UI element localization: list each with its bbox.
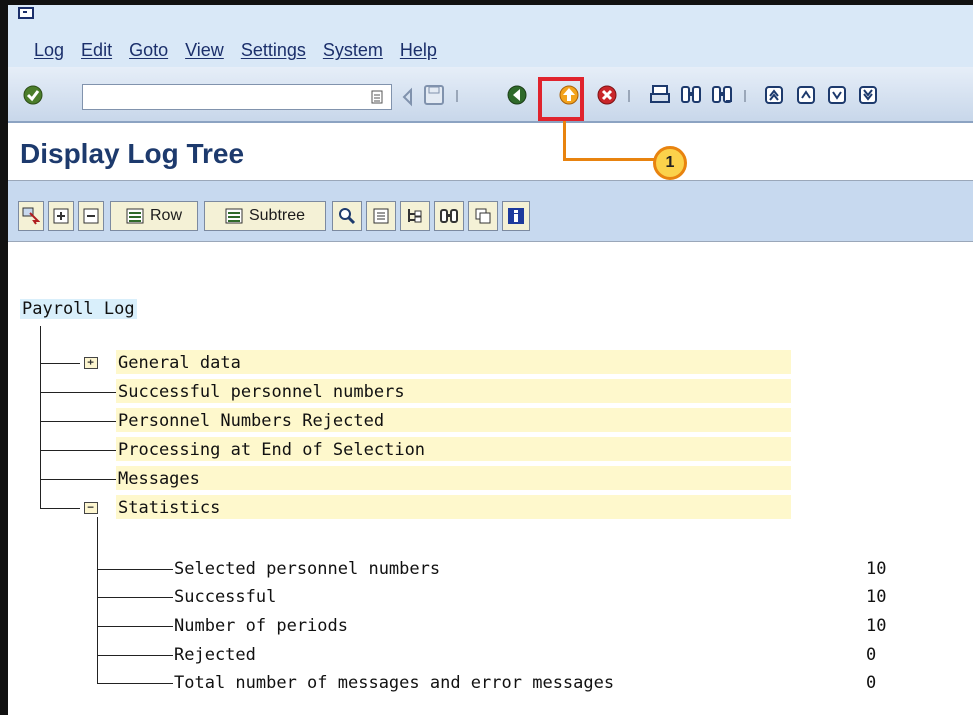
stat-value: 10 xyxy=(866,587,887,607)
tree-connector xyxy=(40,392,116,393)
next-page-icon[interactable] xyxy=(826,84,848,106)
command-field[interactable] xyxy=(82,84,392,110)
menu-goto[interactable]: Goto xyxy=(129,40,168,61)
copy-icon xyxy=(475,208,491,224)
stat-value: 10 xyxy=(866,616,887,636)
callout-connector xyxy=(563,121,566,159)
list-icon xyxy=(373,208,389,224)
page-title: Display Log Tree xyxy=(20,138,245,169)
detail-button[interactable] xyxy=(332,201,362,231)
toolbar-separator xyxy=(744,90,746,102)
standard-toolbar xyxy=(8,67,973,123)
window-border-left xyxy=(0,0,8,715)
tree-connector xyxy=(97,626,173,627)
toolbar-separator xyxy=(456,90,458,102)
info-icon xyxy=(508,208,524,224)
binoculars-icon xyxy=(440,209,458,223)
tree-node-statistics[interactable]: Statistics xyxy=(118,496,220,520)
tree-connector xyxy=(40,479,116,480)
back-icon[interactable] xyxy=(506,84,528,106)
sap-window: Log Edit Goto View Settings System Help xyxy=(0,0,973,715)
history-dropdown-icon[interactable] xyxy=(371,90,383,104)
choose-button[interactable] xyxy=(18,201,44,231)
tree-connector xyxy=(97,683,173,684)
menu-bar: Log Edit Goto View Settings System Help xyxy=(8,5,973,67)
log-tree-area: Payroll Log General data Successful pers… xyxy=(8,242,973,715)
tree-connector xyxy=(97,655,173,656)
tree-connector xyxy=(40,450,116,451)
stat-label: Selected personnel numbers xyxy=(174,559,441,579)
expand-arrow-icon[interactable] xyxy=(401,86,415,108)
print-icon[interactable] xyxy=(649,84,671,106)
save-icon[interactable] xyxy=(423,84,445,106)
menu-settings[interactable]: Settings xyxy=(241,40,306,61)
find-icon[interactable] xyxy=(680,84,702,106)
menu-edit[interactable]: Edit xyxy=(81,40,112,61)
menu-view[interactable]: View xyxy=(185,40,224,61)
stat-label: Total number of messages and error messa… xyxy=(174,673,615,693)
callout-badge: 1 xyxy=(653,146,687,180)
tree-row-highlight xyxy=(116,466,791,490)
expand-icon xyxy=(53,208,69,224)
stat-label: Rejected xyxy=(174,645,256,665)
cancel-icon[interactable] xyxy=(596,84,618,106)
title-bar: Display Log Tree xyxy=(8,123,973,181)
previous-page-icon[interactable] xyxy=(795,84,817,106)
tree-connector xyxy=(40,508,80,509)
callout-connector xyxy=(563,158,655,161)
command-input[interactable] xyxy=(83,85,359,109)
cursor-select-icon xyxy=(22,207,40,225)
menu-log[interactable]: Log xyxy=(34,40,64,61)
menu-items: Log Edit Goto View Settings System Help xyxy=(34,40,454,61)
last-page-icon[interactable] xyxy=(857,84,879,106)
tree-node-rejected[interactable]: Personnel Numbers Rejected xyxy=(118,409,384,433)
tree-connector xyxy=(97,517,98,683)
find-button[interactable] xyxy=(434,201,464,231)
stat-value: 0 xyxy=(866,645,877,665)
subtree-button[interactable]: Subtree xyxy=(204,201,326,231)
system-menu-icon[interactable] xyxy=(18,7,40,23)
folder-collapsed-icon[interactable] xyxy=(84,357,98,369)
collapse-icon xyxy=(83,208,99,224)
row-button-label: Row xyxy=(149,207,182,224)
enter-icon[interactable] xyxy=(22,84,44,106)
tree-node-successful-personnel[interactable]: Successful personnel numbers xyxy=(118,380,405,404)
info-button[interactable] xyxy=(502,201,530,231)
tree-connector xyxy=(40,363,80,364)
row-button[interactable]: Row xyxy=(110,201,198,231)
menu-help[interactable]: Help xyxy=(400,40,437,61)
row-expand-icon xyxy=(126,208,144,224)
first-page-icon[interactable] xyxy=(763,84,785,106)
application-toolbar: Row Subtree xyxy=(8,181,973,242)
tree-connector xyxy=(40,326,41,508)
tree-node-messages[interactable]: Messages xyxy=(118,467,200,491)
subtree-button-label: Subtree xyxy=(248,207,306,224)
menu-system[interactable]: System xyxy=(323,40,383,61)
magnifier-icon xyxy=(339,208,356,225)
stat-value: 0 xyxy=(866,673,877,693)
find-next-icon[interactable] xyxy=(711,84,733,106)
folder-expanded-icon[interactable] xyxy=(84,502,98,514)
tree-connector xyxy=(97,597,173,598)
exit-button-highlight xyxy=(538,77,584,121)
toolbar-separator xyxy=(628,90,630,102)
collapse-all-button[interactable] xyxy=(78,201,104,231)
list-button[interactable] xyxy=(366,201,396,231)
stat-label: Number of periods xyxy=(174,616,348,636)
copy-button[interactable] xyxy=(468,201,498,231)
tree-connector xyxy=(97,569,173,570)
expand-all-button[interactable] xyxy=(48,201,74,231)
stat-label: Successful xyxy=(174,587,277,607)
tree-root-node[interactable]: Payroll Log xyxy=(20,299,137,319)
subtree-expand-icon xyxy=(225,208,243,224)
hierarchy-button[interactable] xyxy=(400,201,430,231)
hierarchy-icon xyxy=(408,209,422,223)
tree-node-general-data[interactable]: General data xyxy=(118,351,241,375)
tree-node-end-of-selection[interactable]: Processing at End of Selection xyxy=(118,438,425,462)
tree-connector xyxy=(40,421,116,422)
stat-value: 10 xyxy=(866,559,887,579)
